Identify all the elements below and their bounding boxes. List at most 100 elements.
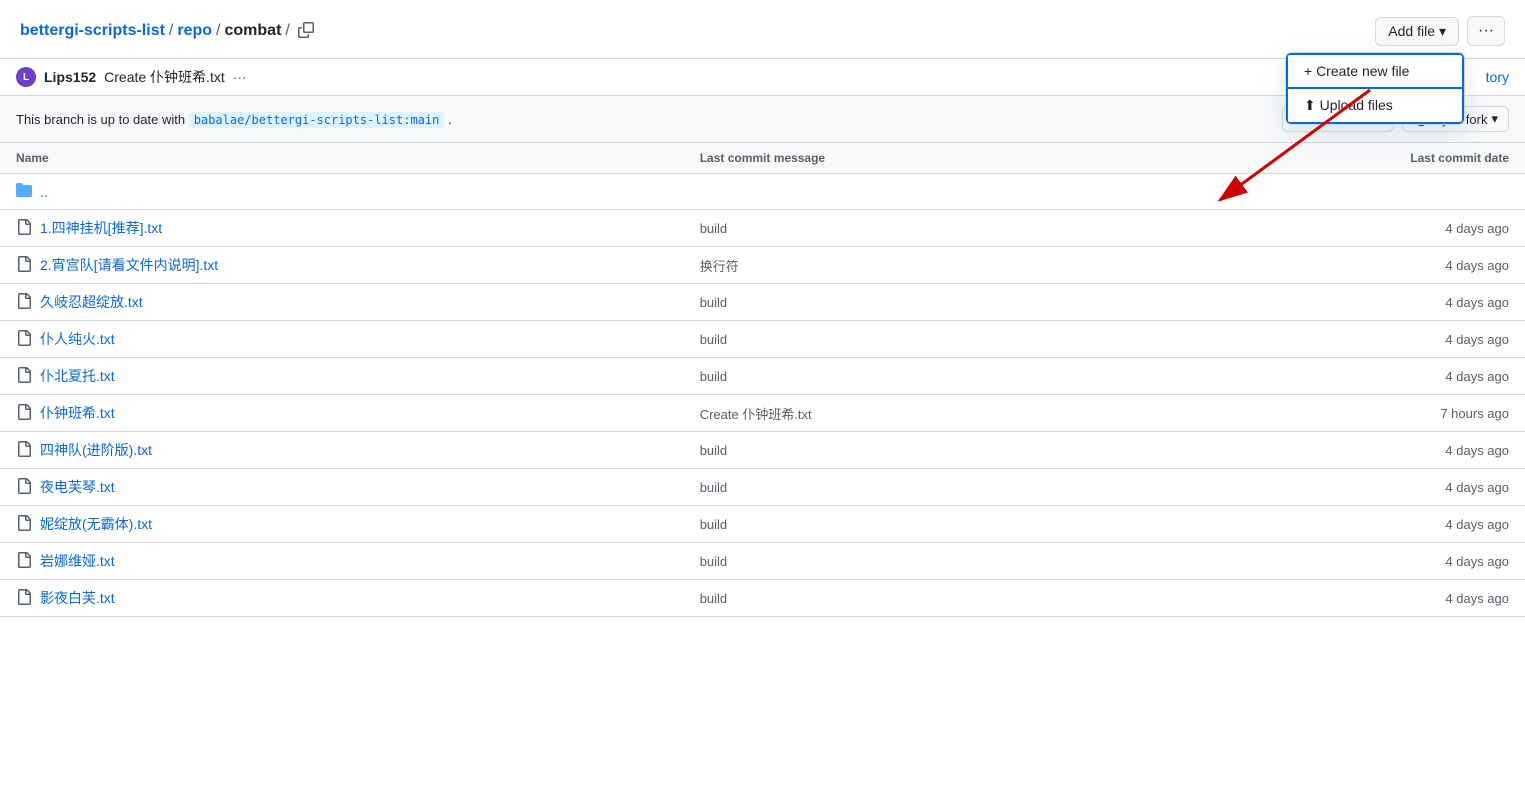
commit-date-7: 4 days ago <box>1143 432 1525 469</box>
commit-msg-5: build <box>684 358 1144 395</box>
avatar: L <box>16 67 36 87</box>
more-icon: ··· <box>1478 22 1494 39</box>
file-name-wrapper-1: 1.四神挂机[推荐].txt <box>16 218 668 238</box>
sep3: / <box>285 22 289 40</box>
table-row: .. <box>0 174 1525 210</box>
branch-link[interactable]: babalae/bettergi-scripts-list:main <box>189 112 445 128</box>
file-link-5[interactable]: 仆北夏托.txt <box>40 366 115 386</box>
table-row: 岩娜维娅.txtbuild4 days ago <box>0 543 1525 580</box>
file-link-9[interactable]: 妮绽放(无霸体).txt <box>40 514 152 534</box>
branch-text: This branch is up to date with <box>16 112 185 127</box>
file-icon <box>16 256 32 275</box>
add-file-dropdown: + Create new file ⬆ Upload files <box>1285 52 1465 125</box>
commit-msg-9: build <box>684 506 1144 543</box>
table-row: 妮绽放(无霸体).txt build4 days ago <box>0 506 1525 543</box>
upload-files-label: ⬆ Upload files <box>1304 97 1393 114</box>
table-row: 2.宵宫队[请看文件内说明].txt换行符4 days ago <box>0 247 1525 284</box>
add-file-button[interactable]: Add file ▾ <box>1375 17 1459 46</box>
file-link-7[interactable]: 四神队(进阶版).txt <box>40 440 152 460</box>
file-name-wrapper-9: 妮绽放(无霸体).txt <box>16 514 668 534</box>
sep1: / <box>169 22 173 40</box>
table-row: 四神队(进阶版).txtbuild4 days ago <box>0 432 1525 469</box>
file-name-cell-3: 久岐忍超绽放.txt <box>0 284 684 321</box>
branch-period: . <box>448 112 452 127</box>
file-icon <box>16 515 32 534</box>
breadcrumb: bettergi-scripts-list / repo / combat / <box>20 20 318 43</box>
file-name-cell-6: 仆钟班希.txt <box>0 395 684 432</box>
commit-date-6: 7 hours ago <box>1143 395 1525 432</box>
commit-message: Create 仆钟班希.txt <box>104 67 225 87</box>
file-name-cell-2: 2.宵宫队[请看文件内说明].txt <box>0 247 684 284</box>
file-name-wrapper-2: 2.宵宫队[请看文件内说明].txt <box>16 255 668 275</box>
repo-link[interactable]: repo <box>177 22 212 40</box>
file-link-3[interactable]: 久岐忍超绽放.txt <box>40 292 143 312</box>
table-row: 久岐忍超绽放.txtbuild4 days ago <box>0 284 1525 321</box>
file-name-wrapper-5: 仆北夏托.txt <box>16 366 668 386</box>
file-link-4[interactable]: 仆人纯火.txt <box>40 329 115 349</box>
sync-chevron: ▾ <box>1491 111 1498 127</box>
file-icon <box>16 552 32 571</box>
commit-date-8: 4 days ago <box>1143 469 1525 506</box>
file-name-wrapper-0: .. <box>16 182 668 201</box>
table-row: 仆北夏托.txt build4 days ago <box>0 358 1525 395</box>
file-name-cell-10: 岩娜维娅.txt <box>0 543 684 580</box>
copy-path-button[interactable] <box>294 20 318 43</box>
file-name-cell-8: 夜电芙琴.txt <box>0 469 684 506</box>
commit-date-9: 4 days ago <box>1143 506 1525 543</box>
create-new-file-item[interactable]: + Create new file <box>1286 53 1464 89</box>
commit-more-button[interactable]: ··· <box>233 69 247 85</box>
history-link[interactable]: tory <box>1486 69 1509 85</box>
commit-bar-right: tory <box>1486 69 1509 85</box>
file-name-wrapper-7: 四神队(进阶版).txt <box>16 440 668 460</box>
commit-date-0 <box>1143 174 1525 210</box>
file-link-11[interactable]: 影夜白芙.txt <box>40 588 115 608</box>
commit-msg-6: Create 仆钟班希.txt <box>684 395 1144 432</box>
table-row: 仆钟班希.txt Create 仆钟班希.txt7 hours ago <box>0 395 1525 432</box>
header-actions: Add file ▾ ··· + Create new file ⬆ Uploa… <box>1375 16 1505 46</box>
file-name-cell-5: 仆北夏托.txt <box>0 358 684 395</box>
commit-date-1: 4 days ago <box>1143 210 1525 247</box>
commit-date-10: 4 days ago <box>1143 543 1525 580</box>
file-name-wrapper-6: 仆钟班希.txt <box>16 403 668 423</box>
table-row: 影夜白芙.txtbuild4 days ago <box>0 580 1525 617</box>
commit-msg-0 <box>684 174 1144 210</box>
file-link-2[interactable]: 2.宵宫队[请看文件内说明].txt <box>40 255 218 275</box>
breadcrumb-bar: bettergi-scripts-list / repo / combat / … <box>0 0 1525 59</box>
file-icon <box>16 367 32 386</box>
file-name-wrapper-3: 久岐忍超绽放.txt <box>16 292 668 312</box>
upload-files-item[interactable]: ⬆ Upload files <box>1286 89 1464 124</box>
commit-date-11: 4 days ago <box>1143 580 1525 617</box>
repo-owner-link[interactable]: bettergi-scripts-list <box>20 22 165 40</box>
create-file-label: + Create new file <box>1304 63 1409 79</box>
commit-date-2: 4 days ago <box>1143 247 1525 284</box>
commit-date-4: 4 days ago <box>1143 321 1525 358</box>
commit-date-3: 4 days ago <box>1143 284 1525 321</box>
file-icon <box>16 330 32 349</box>
file-icon <box>16 219 32 238</box>
file-icon <box>16 404 32 423</box>
col-name: Name <box>0 143 684 174</box>
file-link-6[interactable]: 仆钟班希.txt <box>40 403 115 423</box>
branch-info: This branch is up to date with babalae/b… <box>16 112 452 127</box>
commit-msg-4: build <box>684 321 1144 358</box>
file-name-wrapper-4: 仆人纯火.txt <box>16 329 668 349</box>
table-row: 1.四神挂机[推荐].txt build4 days ago <box>0 210 1525 247</box>
file-link-10[interactable]: 岩娜维娅.txt <box>40 551 115 571</box>
file-name-cell-9: 妮绽放(无霸体).txt <box>0 506 684 543</box>
folder-link-0[interactable]: .. <box>40 184 48 200</box>
commit-msg-1: build <box>684 210 1144 247</box>
commit-date-5: 4 days ago <box>1143 358 1525 395</box>
file-icon <box>16 589 32 608</box>
file-icon <box>16 293 32 312</box>
more-options-button[interactable]: ··· <box>1467 16 1505 46</box>
commit-msg-8: build <box>684 469 1144 506</box>
file-link-8[interactable]: 夜电芙琴.txt <box>40 477 115 497</box>
file-link-1[interactable]: 1.四神挂机[推荐].txt <box>40 218 162 238</box>
table-header: Name Last commit message Last commit dat… <box>0 143 1525 174</box>
table-row: 仆人纯火.txt build4 days ago <box>0 321 1525 358</box>
col-commit: Last commit message <box>684 143 1144 174</box>
file-name-cell-4: 仆人纯火.txt <box>0 321 684 358</box>
file-name-cell-7: 四神队(进阶版).txt <box>0 432 684 469</box>
commit-author[interactable]: Lips152 <box>44 69 96 85</box>
file-table-body: ..1.四神挂机[推荐].txtbuild4 days ago2.宵宫队[请看文… <box>0 174 1525 617</box>
